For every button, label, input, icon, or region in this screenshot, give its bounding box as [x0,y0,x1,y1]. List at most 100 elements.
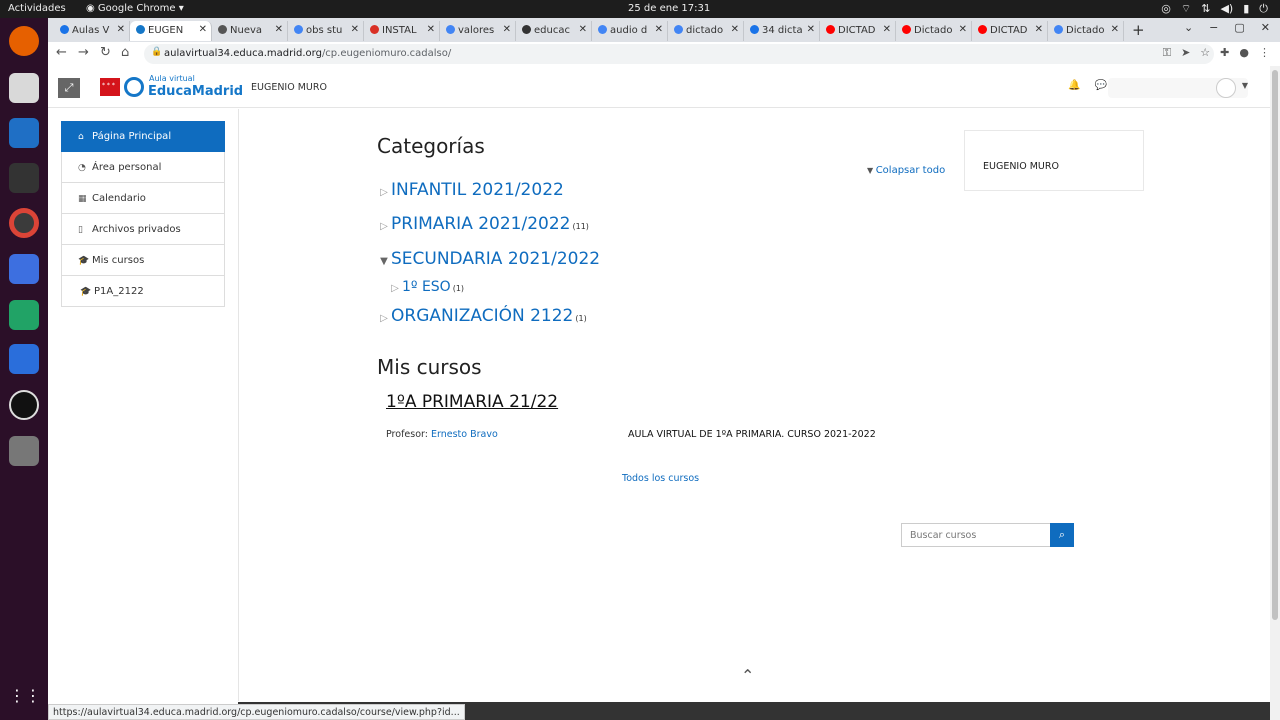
category-primaria[interactable]: ▷ PRIMARIA 2021/2022 (11) [377,214,589,234]
caret-down-icon: ▼ [867,166,876,175]
category-organizacion[interactable]: ▷ ORGANIZACIÓN 2122 (1) [377,306,587,326]
nav-item-p1a-2122[interactable]: 🎓 P1A_2122 [61,276,225,307]
close-tab-icon[interactable]: ✕ [275,24,283,35]
expand-drawer-button[interactable]: ⤢ [58,78,80,98]
nav-item-mis-cursos[interactable]: 🎓 Mis cursos [61,245,225,276]
course-link[interactable]: 1ºA PRIMARIA 21/22 [386,392,558,412]
logo-subtitle: Aula virtual [149,74,195,83]
nav-item-calendario[interactable]: ▦ Calendario [61,183,225,214]
close-tab-icon[interactable]: ✕ [351,24,359,35]
app-name: Google Chrome [97,3,176,14]
nav-item-archivos-privados[interactable]: ▯ Archivos privados [61,214,225,245]
category-1-eso[interactable]: ▷ 1º ESO (1) [388,276,464,295]
close-tab-icon[interactable]: ✕ [117,24,125,35]
obs-icon[interactable] [9,390,39,420]
back-icon[interactable]: ← [56,45,67,60]
extensions-icon[interactable]: ✚ [1220,46,1229,60]
block-title: EUGENIO MURO [983,161,1059,172]
close-tab-icon[interactable]: ✕ [655,24,663,35]
browser-tab[interactable]: 34 dicta ✕ [744,21,820,41]
tab-favicon-icon [218,25,227,34]
back-to-top-icon[interactable]: ⌃ [741,666,754,685]
tab-search-icon[interactable]: ⌄ [1184,21,1193,34]
all-courses-link[interactable]: Todos los cursos [622,473,699,484]
browser-tab[interactable]: Dictado ✕ [896,21,972,41]
profile-avatar[interactable]: ● [1239,46,1249,60]
bookmark-star-icon[interactable]: ☆ [1200,46,1210,60]
browser-tab[interactable]: Aulas V ✕ [54,21,130,41]
close-tab-icon[interactable]: ✕ [959,24,967,35]
activities-button[interactable]: Actividades [8,3,66,14]
categories-heading: Categorías [377,134,485,158]
educamadrid-logo[interactable]: Aula virtual EducaMadrid [100,74,243,101]
tab-label: dictado [686,25,724,36]
screenshot-icon[interactable] [9,254,39,284]
browser-tab[interactable]: DICTAD ✕ [972,21,1048,41]
close-tab-icon[interactable]: ✕ [807,24,815,35]
lock-icon: 🔒 [151,47,163,57]
browser-tab[interactable]: DICTAD ✕ [820,21,896,41]
system-tray[interactable]: ◎ ⌔ ⇅ ◀) ▮ ⏻ [1161,2,1268,16]
browser-tab[interactable]: audio d ✕ [592,21,668,41]
close-tab-icon[interactable]: ✕ [883,24,891,35]
address-bar[interactable]: 🔒 aulavirtual34.educa.madrid.org/cp.euge… [144,44,1214,64]
close-tab-icon[interactable]: ✕ [199,24,207,35]
site-name[interactable]: EUGENIO MURO [251,82,327,93]
collapse-all-link[interactable]: ▼ Colapsar todo [867,165,945,176]
home-button-icon[interactable]: ⌂ [121,45,129,60]
page-scrollbar[interactable] [1270,66,1280,720]
browser-tab[interactable]: valores ✕ [440,21,516,41]
reload-icon[interactable]: ↻ [100,45,111,60]
messages-icon[interactable]: 💬 [1094,80,1106,91]
close-tab-icon[interactable]: ✕ [579,24,587,35]
files-icon[interactable] [9,73,39,103]
nav-item-p-gina-principal[interactable]: ⌂ Página Principal [61,121,225,152]
tab-favicon-icon [370,25,379,34]
close-tab-icon[interactable]: ✕ [1035,24,1043,35]
category-secundaria[interactable]: ▼ SECUNDARIA 2021/2022 [377,249,602,269]
tab-strip: Aulas V ✕ EUGEN ✕ Nueva ✕ obs stu ✕ INSTAL ✕ valor… [54,20,1145,42]
firefox-icon[interactable] [9,26,39,56]
close-window-icon[interactable]: ✕ [1261,21,1270,34]
browser-tab[interactable]: INSTAL ✕ [364,21,440,41]
browser-tab[interactable]: Dictado ✕ [1048,21,1124,41]
close-tab-icon[interactable]: ✕ [427,24,435,35]
browser-tab[interactable]: educac ✕ [516,21,592,41]
calc-icon[interactable] [9,300,39,330]
terminal-icon[interactable] [9,163,39,193]
clock[interactable]: 25 de ene 17:31 [628,3,710,14]
search-courses-input[interactable] [901,523,1051,547]
tab-label: EUGEN [148,25,184,36]
menu-icon[interactable]: ⋮ [1259,46,1270,60]
new-tab-icon[interactable]: + [1132,21,1145,42]
browser-tab[interactable]: dictado ✕ [668,21,744,41]
send-icon[interactable]: ➤ [1181,46,1190,60]
file-icon: ▯ [78,225,83,235]
key-icon[interactable]: ⚿ [1163,46,1171,60]
scrollbar-thumb[interactable] [1272,70,1278,620]
browser-tab[interactable]: EUGEN ✕ [130,21,212,41]
dashboard-icon: ◔ [78,163,86,173]
forward-icon[interactable]: → [78,45,89,60]
close-tab-icon[interactable]: ✕ [503,24,511,35]
writer-icon[interactable] [9,118,39,148]
chrome-icon[interactable] [9,208,39,238]
app-menu[interactable]: ◉ Google Chrome ▾ [86,3,184,14]
browser-tab[interactable]: obs stu ✕ [288,21,364,41]
teacher-link[interactable]: Ernesto Bravo [431,429,498,440]
notifications-bell-icon[interactable]: 🔔 [1068,80,1080,91]
close-tab-icon[interactable]: ✕ [731,24,739,35]
search-button[interactable]: ⌕ [1050,523,1074,547]
ssd-drive-icon[interactable] [9,436,39,466]
close-tab-icon[interactable]: ✕ [1111,24,1119,35]
apps-grid-icon[interactable]: ⋮⋮⋮ [9,686,57,716]
user-menu[interactable]: ▼ [1108,78,1248,98]
browser-tab[interactable]: Nueva ✕ [212,21,288,41]
nav-item--rea-personal[interactable]: ◔ Área personal [61,152,225,183]
category-infantil[interactable]: ▷ INFANTIL 2021/2022 [377,180,566,200]
text-editor-icon[interactable] [9,344,39,374]
nav-item-label: Archivos privados [92,224,181,235]
maximize-icon[interactable]: ▢ [1234,21,1244,34]
power-icon: ⏻ [1259,2,1268,15]
minimize-icon[interactable]: − [1209,21,1218,34]
